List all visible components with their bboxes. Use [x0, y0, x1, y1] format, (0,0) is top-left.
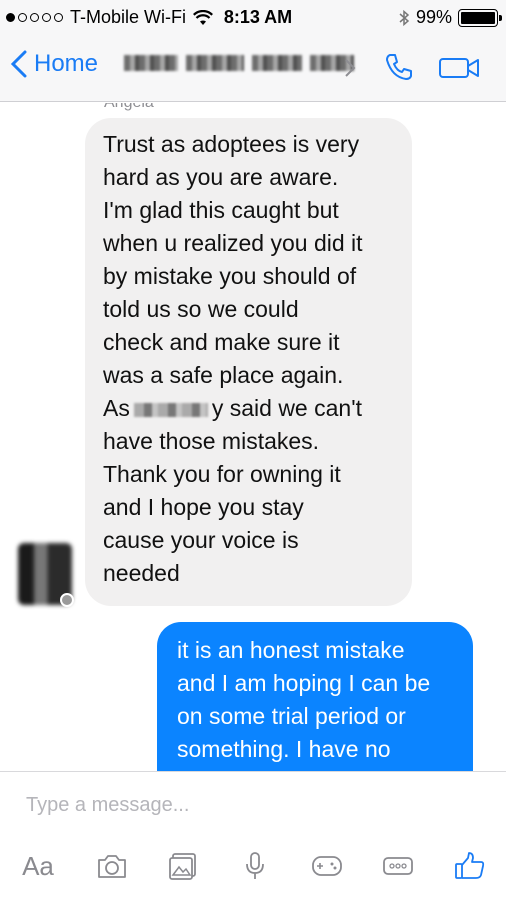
- camera-icon: [97, 855, 126, 878]
- message-line: it is an honest mistake: [177, 637, 405, 663]
- battery-percent: 99%: [415, 7, 452, 27]
- message-line: needed: [103, 560, 180, 586]
- message-line: was a safe place again.: [103, 362, 344, 388]
- voice-button[interactable]: [235, 849, 275, 883]
- games-button[interactable]: [307, 849, 347, 883]
- composer-toolbar: Aa: [16, 848, 490, 884]
- message-line: by mistake you should of: [103, 263, 357, 289]
- photo-icon: [169, 853, 197, 880]
- camera-button[interactable]: [92, 849, 132, 883]
- nav-bar: Home: [0, 40, 506, 96]
- message-line: Trust as adoptees is very: [103, 131, 360, 157]
- message-line: Thank you for owning it: [103, 461, 341, 487]
- message-input[interactable]: Type a message...: [26, 794, 189, 817]
- message-line: when u realized you did it: [103, 230, 363, 256]
- contact-name-redacted[interactable]: [124, 55, 354, 71]
- message-text: y said we can't: [211, 395, 362, 421]
- battery-fill: [461, 11, 495, 24]
- message-line: cause your voice is: [103, 527, 299, 553]
- message-line: check and make sure it: [103, 329, 340, 355]
- status-right: 99%: [398, 7, 502, 28]
- phone-icon[interactable]: [384, 52, 414, 82]
- video-camera-icon[interactable]: [438, 56, 482, 80]
- message-line: on some trial period or: [177, 703, 406, 729]
- sender-label: Angela: [104, 103, 154, 112]
- like-button[interactable]: [450, 849, 490, 883]
- game-controller-icon: [311, 856, 342, 876]
- more-button[interactable]: [378, 849, 418, 883]
- message-line: something. I have no: [177, 736, 391, 762]
- redaction-block: [124, 55, 178, 71]
- chevron-right-icon[interactable]: [344, 58, 356, 78]
- message-line: I'm glad this caught but: [103, 197, 339, 223]
- message-line: As y said we can't: [103, 392, 396, 425]
- messenger-badge-icon: [60, 593, 74, 607]
- bluetooth-icon: [399, 9, 410, 26]
- status-bar: T-Mobile Wi-Fi 8:13 AM 99%: [0, 0, 506, 36]
- message-line: and I am hoping I can be: [177, 670, 431, 696]
- back-button[interactable]: Home: [10, 50, 98, 78]
- microphone-icon: [246, 852, 264, 879]
- message-text: As: [103, 395, 130, 421]
- text-format-button[interactable]: Aa: [16, 849, 60, 883]
- battery-icon: [458, 8, 502, 27]
- more-icon: [383, 857, 414, 875]
- thumbs-up-icon: [455, 852, 485, 879]
- chevron-left-icon: [10, 50, 27, 78]
- photo-button[interactable]: [163, 849, 203, 883]
- redaction-block: [186, 55, 244, 71]
- message-line: and I hope you stay: [103, 494, 304, 520]
- message-line: told us so we could: [103, 296, 299, 322]
- message-line: have those mistakes.: [103, 428, 320, 454]
- redaction-block: [252, 55, 302, 71]
- top-chrome: T-Mobile Wi-Fi 8:13 AM 99% Home: [0, 0, 506, 102]
- message-thread[interactable]: Angela Trust as adoptees is very hard as…: [0, 103, 506, 771]
- incoming-message-bubble[interactable]: Trust as adoptees is very hard as you ar…: [85, 118, 412, 606]
- redacted-name: [133, 402, 208, 417]
- message-line: hard as you are aware.: [103, 164, 339, 190]
- back-label: Home: [34, 50, 99, 77]
- outgoing-message-bubble[interactable]: it is an honest mistake and I am hoping …: [157, 622, 473, 771]
- composer: Type a message... Aa: [0, 771, 506, 899]
